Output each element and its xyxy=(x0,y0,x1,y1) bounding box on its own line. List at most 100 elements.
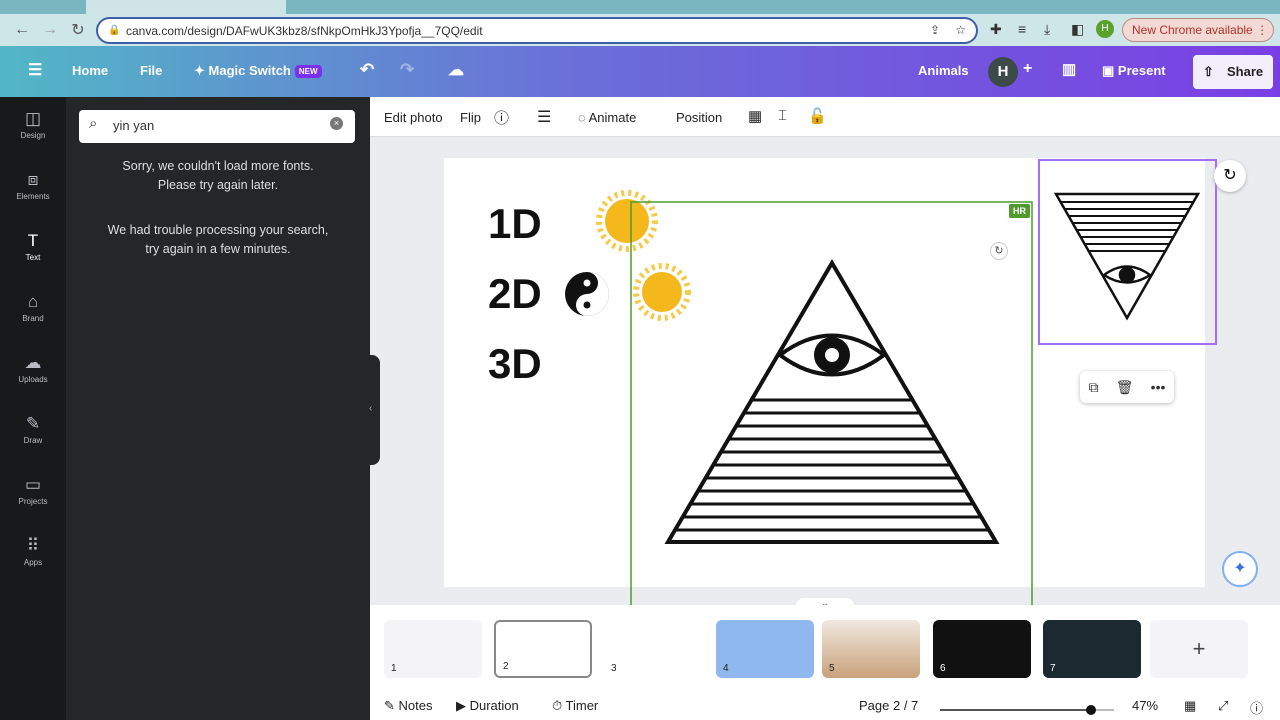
timer-button[interactable]: ⏱ Timer xyxy=(552,698,598,714)
page-thumbnail[interactable]: 5 xyxy=(822,620,920,678)
rail-item-apps[interactable]: ⠿ Apps xyxy=(0,536,66,567)
new-chrome-button[interactable]: New Chrome available ⋮ xyxy=(1122,18,1274,42)
error-message: We had trouble processing your search, xyxy=(107,223,329,237)
notes-button[interactable]: ✎ Notes xyxy=(384,698,432,714)
share-button[interactable]: ⇧ Share xyxy=(1193,55,1273,89)
page-thumbnail[interactable]: 1 xyxy=(384,620,482,678)
menu-icon[interactable]: ☰ xyxy=(28,60,42,80)
page-thumbnail[interactable]: 7 xyxy=(1043,620,1141,678)
page-number: 2 xyxy=(503,661,509,672)
magic-switch-button[interactable]: ✦ Magic Switch NEW xyxy=(194,63,322,79)
rail-label: Draw xyxy=(23,436,43,445)
rail-item-uploads[interactable]: ☁ Uploads xyxy=(0,353,66,384)
magic-assistant-button[interactable]: ✦ xyxy=(1222,551,1258,587)
more-icon[interactable]: ••• xyxy=(1151,379,1166,395)
cloud-upload-icon: ☁ xyxy=(24,353,42,372)
border-style-icon[interactable]: ☰ xyxy=(537,107,551,127)
page-indicator[interactable]: Page 2 / 7 xyxy=(859,698,918,713)
download-icon[interactable]: ⤓ xyxy=(1044,21,1050,38)
sun-icon[interactable] xyxy=(633,263,691,321)
user-avatar[interactable]: H xyxy=(988,57,1018,87)
inverted-pyramid-image[interactable] xyxy=(1053,192,1201,321)
rotate-icon[interactable]: ↻ xyxy=(990,242,1008,260)
lock-icon[interactable]: 🔓 xyxy=(808,107,827,125)
rail-item-elements[interactable]: ⧈ Elements xyxy=(0,170,66,201)
context-toolbar: Edit photo Flip ⓘ ☰ ◌ Animate Position ▦… xyxy=(370,97,1280,137)
duration-button[interactable]: ▶ Duration xyxy=(456,698,519,714)
help-icon[interactable]: ⓘ xyxy=(1250,698,1263,717)
add-people-icon[interactable]: + xyxy=(1023,60,1032,78)
clear-search-icon[interactable]: × xyxy=(330,117,343,130)
text-1d[interactable]: 1D xyxy=(488,200,542,248)
grid-icon: ⠿ xyxy=(26,536,40,555)
edit-photo-button[interactable]: Edit photo xyxy=(384,110,443,125)
collapse-panel-handle[interactable]: ‹ xyxy=(366,355,380,465)
notes-label: Notes xyxy=(398,698,433,713)
fullscreen-icon[interactable]: ⤢ xyxy=(1218,698,1228,714)
page-thumbnail[interactable]: 2 xyxy=(494,620,592,678)
rail-item-draw[interactable]: ✎ Draw xyxy=(0,414,66,445)
rail-item-projects[interactable]: ▭ Projects xyxy=(0,475,66,506)
font-search-input[interactable]: ⌕ yin yan × xyxy=(79,110,355,143)
yin-yang-icon[interactable] xyxy=(565,272,609,316)
pen-icon: ✎ xyxy=(25,414,41,433)
rail-label: Elements xyxy=(16,192,50,201)
position-button[interactable]: Position xyxy=(676,110,722,125)
undo-icon[interactable]: ↶ xyxy=(360,60,374,80)
media-icon[interactable]: ≡ xyxy=(1018,21,1026,37)
text-2d[interactable]: 2D xyxy=(488,270,542,318)
page-thumbnail[interactable]: 4 xyxy=(716,620,814,678)
pyramid-eye-image[interactable] xyxy=(664,259,1000,544)
flip-button[interactable]: Flip xyxy=(460,110,481,125)
home-link[interactable]: Home xyxy=(72,63,108,78)
rail-item-design[interactable]: ◫ Design xyxy=(0,109,66,140)
page-number: 4 xyxy=(723,663,729,674)
rail-item-text[interactable]: T Text xyxy=(0,231,66,262)
layout-icon: ◫ xyxy=(24,109,42,128)
rail-item-brand[interactable]: ⌂ Brand xyxy=(0,292,66,323)
paint-format-icon[interactable]: ⌶ xyxy=(778,107,787,124)
error-message: Please try again later. xyxy=(157,178,279,192)
rotate-element-button[interactable]: ↻ xyxy=(1214,160,1246,192)
page-number: 1 xyxy=(391,663,397,674)
share-icon: ⇧ xyxy=(1203,64,1214,79)
insights-icon[interactable]: ▥ xyxy=(1062,60,1076,78)
new-chrome-label: New Chrome available xyxy=(1132,23,1253,37)
timer-label: Timer xyxy=(565,698,599,713)
text-icon: T xyxy=(27,231,39,250)
forward-icon[interactable]: → xyxy=(36,21,64,39)
add-page-button[interactable]: + xyxy=(1150,620,1248,678)
animate-button[interactable]: ◌ Animate xyxy=(578,110,636,125)
address-bar[interactable]: 🔒 canva.com/design/DAFwUK3kbz8/sfNkpOmHkJ… xyxy=(96,17,978,44)
profile-avatar[interactable]: H xyxy=(1096,20,1114,38)
collaborator-badge: HR xyxy=(1009,204,1030,218)
transparency-icon[interactable]: ▦ xyxy=(748,107,762,125)
page-number: 7 xyxy=(1050,663,1056,674)
present-button[interactable]: ▣ Present xyxy=(1102,63,1166,79)
info-icon[interactable]: ⓘ xyxy=(494,107,509,128)
extensions-icon[interactable]: ✚ xyxy=(990,21,1002,38)
back-icon[interactable]: ← xyxy=(8,21,36,39)
cloud-saved-icon[interactable]: ☁ xyxy=(448,60,464,80)
page-thumbnail[interactable]: 3 xyxy=(604,620,702,678)
url-text: canva.com/design/DAFwUK3kbz8/sfNkpOmHkJ3… xyxy=(126,24,483,38)
grid-view-icon[interactable]: ▦ xyxy=(1184,698,1196,714)
zoom-slider[interactable] xyxy=(940,705,1114,715)
duration-label: Duration xyxy=(469,698,519,713)
reload-icon[interactable]: ↻ xyxy=(64,20,92,40)
duplicate-icon[interactable]: ⧉ xyxy=(1089,379,1099,396)
star-icon[interactable]: ☆ xyxy=(955,23,966,37)
bottom-bar: ✎ Notes ▶ Duration ⏱ Timer Page 2 / 7 47… xyxy=(370,690,1280,720)
zoom-level[interactable]: 47% xyxy=(1132,698,1158,713)
share-page-icon[interactable]: ⇪ xyxy=(930,23,940,37)
present-label: Present xyxy=(1117,63,1166,78)
text-3d[interactable]: 3D xyxy=(488,340,542,388)
file-menu[interactable]: File xyxy=(140,63,162,78)
page-thumbnail[interactable]: 6 xyxy=(933,620,1031,678)
design-name[interactable]: Animals xyxy=(918,63,969,78)
sidepanel-icon[interactable]: ◧ xyxy=(1071,21,1084,38)
browser-tab[interactable] xyxy=(86,0,286,14)
delete-icon[interactable]: 🗑 xyxy=(1116,379,1134,396)
redo-icon[interactable]: ↷ xyxy=(400,60,414,80)
page-number: 6 xyxy=(940,663,946,674)
